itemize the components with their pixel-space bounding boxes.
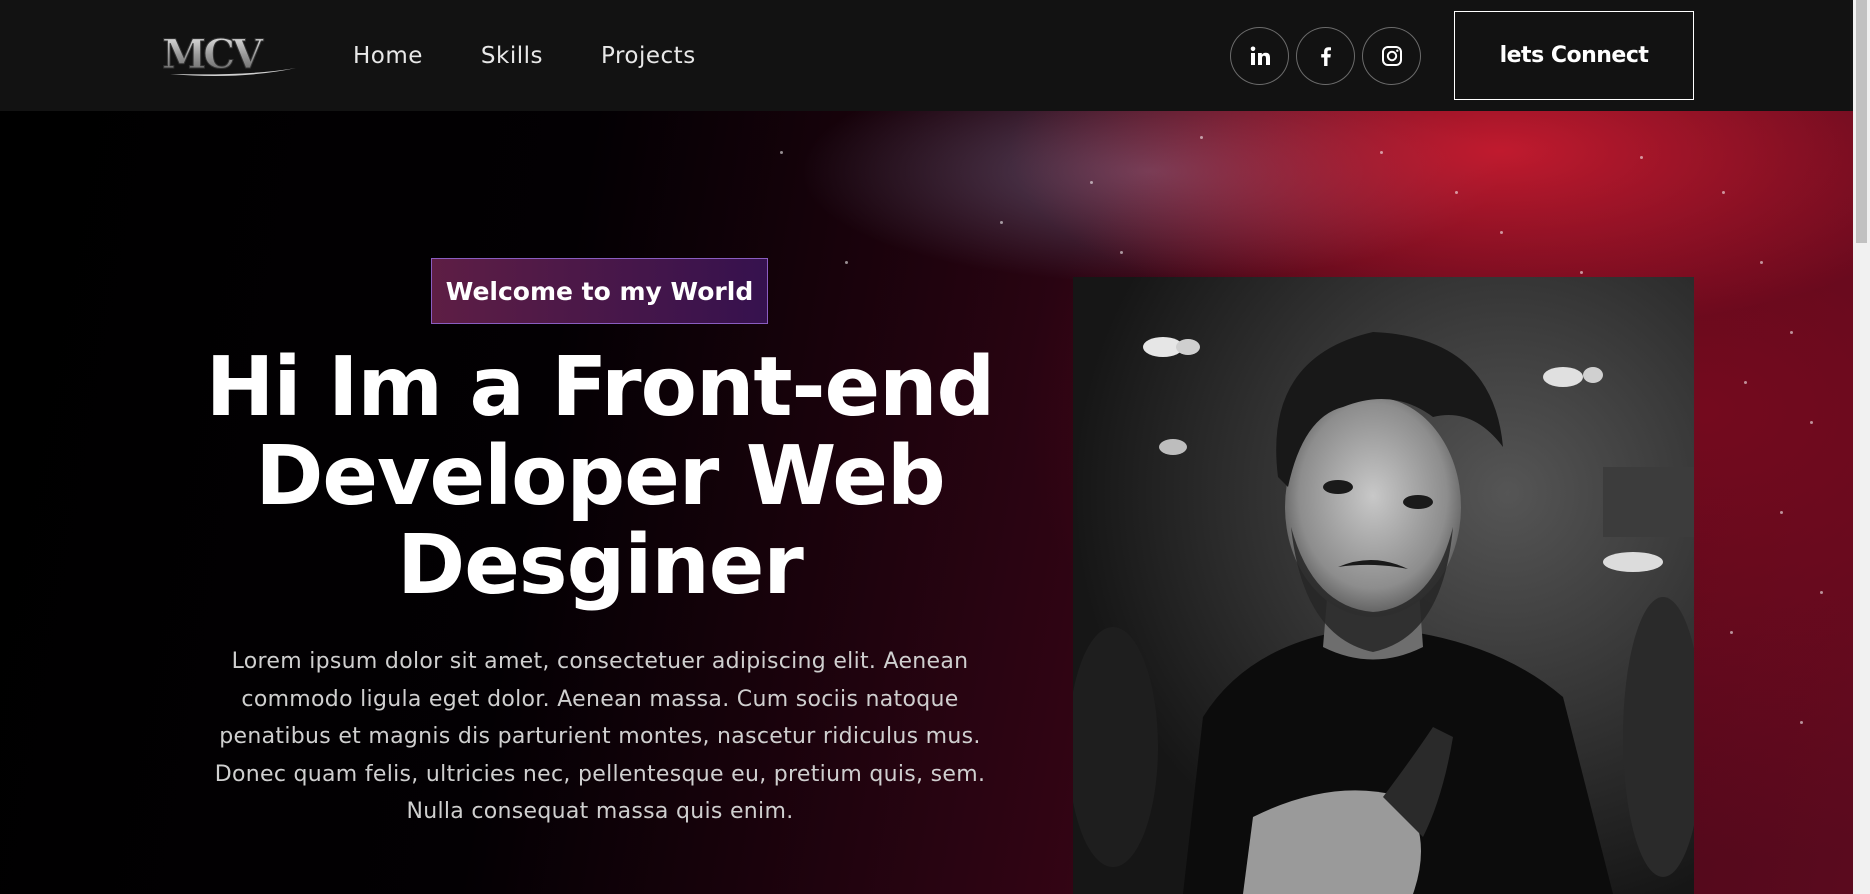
- svg-text:MCV: MCV: [162, 31, 264, 78]
- hero-description-line: Donec quam felis, ultricies nec, pellent…: [214, 761, 986, 787]
- instagram-icon: [1381, 46, 1402, 66]
- hero-description-line: Lorem ipsum dolor sit amet, consectetuer…: [231, 649, 969, 674]
- welcome-badge: Welcome to my World: [431, 258, 768, 324]
- hero-section: Welcome to my World Hi Im a Front-end De…: [0, 111, 1853, 894]
- hero-description: Lorem ipsum dolor sit amet, consectetuer…: [160, 643, 1040, 831]
- hero-description-line: penatibus et magnis dis parturient monte…: [219, 724, 981, 749]
- mcv-logo-icon: MCV: [162, 31, 296, 79]
- portrait-illustration: [1073, 277, 1694, 894]
- nav-link-home[interactable]: Home: [353, 43, 423, 69]
- facebook-icon: [1320, 47, 1331, 66]
- instagram-button[interactable]: [1362, 27, 1421, 85]
- nav-link-skills[interactable]: Skills: [481, 43, 543, 69]
- hero-title-line: Hi Im a Front-end: [205, 340, 996, 435]
- site-logo[interactable]: MCV: [160, 30, 298, 80]
- navbar: MCV Home Skills Projects lets Connect: [0, 0, 1853, 111]
- nav-link-projects[interactable]: Projects: [601, 43, 696, 69]
- hero-description-line: commodo ligula eget dolor. Aenean massa.…: [241, 686, 959, 712]
- hero-description-line: Nulla consequat massa quis enim.: [406, 799, 794, 824]
- social-links: [1230, 27, 1421, 85]
- facebook-button[interactable]: [1296, 27, 1355, 85]
- main-nav: Home Skills Projects: [353, 0, 754, 111]
- lets-connect-button[interactable]: lets Connect: [1454, 11, 1694, 100]
- profile-portrait-image: [1073, 277, 1694, 894]
- hero-title-line: Desginer: [397, 518, 804, 613]
- page-scrollbar-thumb[interactable]: [1856, 0, 1867, 243]
- linkedin-icon: [1250, 46, 1270, 65]
- hero-title: Hi Im a Front-end Developer Web Desginer: [160, 343, 1040, 610]
- hero-title-line: Developer Web: [255, 429, 945, 524]
- linkedin-button[interactable]: [1230, 27, 1289, 85]
